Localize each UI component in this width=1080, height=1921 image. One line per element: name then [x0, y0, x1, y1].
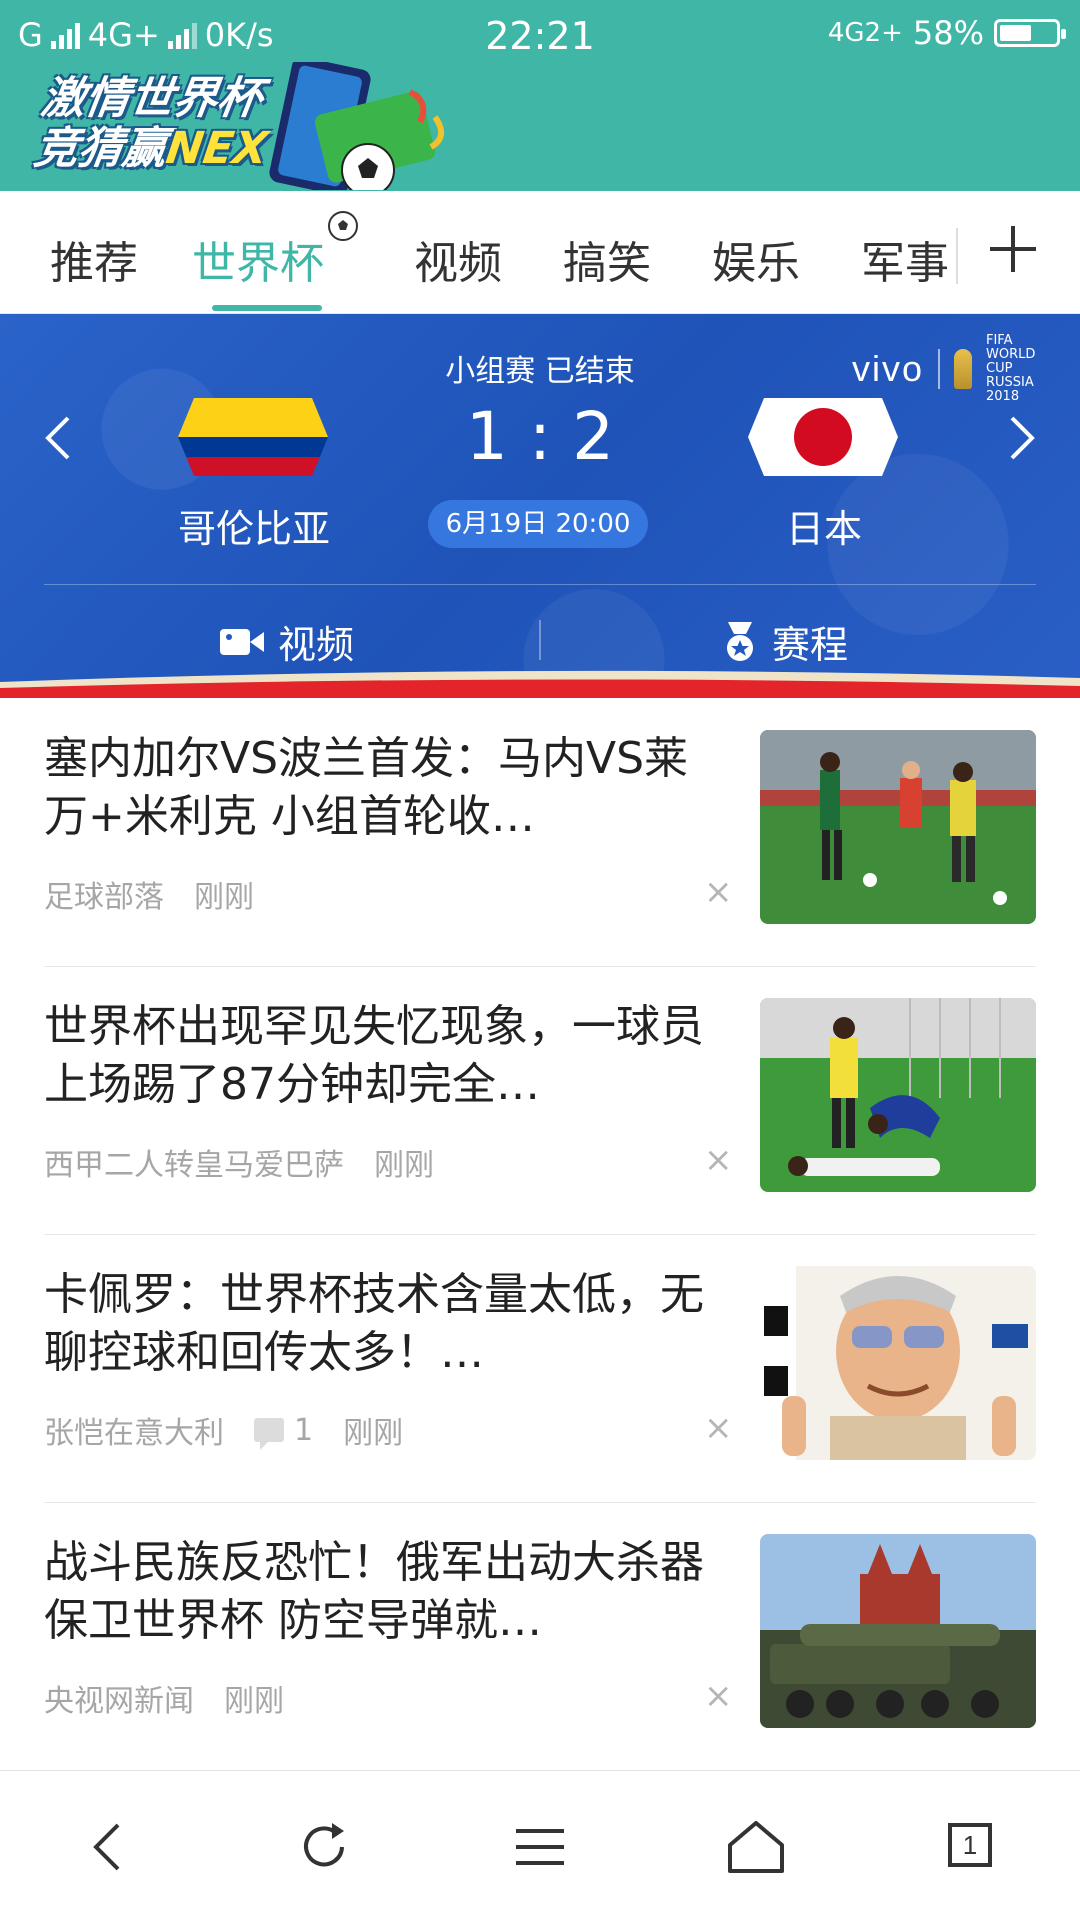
- news-item[interactable]: 世界杯出现罕见失忆现象，一球员上场踢了87分钟却完全… 西甲二人转皇马爱巴萨 刚…: [44, 968, 1036, 1234]
- refresh-icon[interactable]: [292, 1815, 356, 1879]
- match-video-button[interactable]: 视频: [220, 614, 354, 669]
- list-divider: [44, 1502, 1036, 1503]
- dismiss-button[interactable]: ×: [704, 872, 733, 912]
- comment-count-value: 1: [294, 1412, 314, 1448]
- dismiss-button[interactable]: ×: [704, 1408, 733, 1448]
- active-tab-indicator: [212, 305, 322, 311]
- tab-world-cup[interactable]: 世界杯: [192, 227, 324, 291]
- news-source: 西甲二人转皇马爱巴萨: [44, 1148, 344, 1183]
- news-source: 足球部落: [44, 880, 164, 915]
- tabs-button[interactable]: 1: [940, 1815, 1004, 1879]
- news-title[interactable]: 卡佩罗：世界杯技术含量太低，无聊控球和回传太多！…: [44, 1266, 724, 1382]
- news-time: 刚刚: [224, 1684, 284, 1719]
- medal-icon: [727, 621, 753, 661]
- dismiss-button[interactable]: ×: [704, 1676, 733, 1716]
- tab-recommend[interactable]: 推荐: [50, 227, 138, 291]
- menu-icon[interactable]: [508, 1815, 572, 1879]
- status-bar: G 4G+ 0K/s 22:21 4G2+ 58%: [0, 0, 1080, 70]
- news-title[interactable]: 塞内加尔VS波兰首发：马内VS莱万+米利克 小组首轮收…: [44, 730, 724, 846]
- status-right: 4G2+ 58%: [827, 14, 1066, 52]
- header-banner: G 4G+ 0K/s 22:21 4G2+ 58% 激情世界杯 竞猜赢NEX: [0, 0, 1080, 191]
- news-thumbnail[interactable]: [760, 1266, 1036, 1460]
- home-icon[interactable]: [724, 1815, 788, 1879]
- news-item[interactable]: 战斗民族反恐忙！俄军出动大杀器保卫世界杯 防空导弹就… 央视网新闻 刚刚 ×: [44, 1504, 1036, 1770]
- news-time: 刚刚: [194, 880, 254, 915]
- promo-banner[interactable]: 激情世界杯 竞猜赢NEX: [30, 62, 490, 190]
- video-camera-icon: [220, 628, 264, 655]
- promo-title: 激情世界杯 竞猜赢NEX: [30, 73, 278, 174]
- match-card[interactable]: vivo FIFA WORLD CUP RUSSIA 2018 小组赛 已结束 …: [0, 314, 1080, 698]
- soccer-ball-icon: [328, 211, 358, 241]
- tab-funny[interactable]: 搞笑: [563, 227, 651, 291]
- tab-entertainment[interactable]: 娱乐: [712, 227, 800, 291]
- match-video-label: 视频: [278, 623, 355, 667]
- home-team-name: 哥伦比亚: [177, 507, 330, 551]
- news-meta: 张恺在意大利 1 刚刚: [44, 1408, 403, 1452]
- news-thumbnail[interactable]: [760, 998, 1036, 1192]
- tab-military[interactable]: 军事: [861, 227, 949, 291]
- news-source: 央视网新闻: [44, 1684, 194, 1719]
- match-schedule-label: 赛程: [772, 623, 849, 667]
- promo-line2: 竞猜赢NEX: [30, 123, 271, 174]
- match-stage: 小组赛 已结束: [445, 354, 635, 389]
- news-thumbnail[interactable]: [760, 730, 1036, 924]
- news-title[interactable]: 世界杯出现罕见失忆现象，一球员上场踢了87分钟却完全…: [44, 998, 724, 1114]
- match-button-separator: [539, 620, 541, 660]
- news-thumbnail[interactable]: [760, 1534, 1036, 1728]
- tab-divider: [956, 228, 958, 284]
- list-divider: [44, 1234, 1036, 1235]
- promo-line1: 激情世界杯: [38, 73, 266, 124]
- list-divider: [44, 966, 1036, 967]
- add-channel-button[interactable]: [990, 226, 1036, 272]
- bottom-navigation: 1: [0, 1770, 1080, 1921]
- news-title[interactable]: 战斗民族反恐忙！俄军出动大杀器保卫世界杯 防空导弹就…: [44, 1534, 724, 1650]
- match-datetime: 6月19日 20:00: [428, 500, 648, 548]
- comment-icon: [254, 1418, 284, 1450]
- promo-line2-prefix: 竞猜赢: [30, 123, 171, 174]
- tab-count: 1: [948, 1823, 992, 1867]
- news-item[interactable]: 塞内加尔VS波兰首发：马内VS莱万+米利克 小组首轮收… 足球部落 刚刚 ×: [44, 700, 1036, 966]
- match-divider: [44, 584, 1036, 585]
- news-source: 张恺在意大利: [44, 1416, 224, 1451]
- match-score: 1 : 2: [465, 398, 615, 475]
- dismiss-button[interactable]: ×: [704, 1140, 733, 1180]
- match-schedule-button[interactable]: 赛程: [722, 614, 848, 669]
- away-team-name: 日本: [785, 507, 862, 551]
- tab-video[interactable]: 视频: [414, 227, 502, 291]
- news-time: 刚刚: [343, 1416, 404, 1451]
- news-meta: 足球部落 刚刚: [44, 872, 254, 916]
- news-item[interactable]: 卡佩罗：世界杯技术含量太低，无聊控球和回传太多！… 张恺在意大利 1 刚刚 ×: [44, 1236, 1036, 1502]
- battery-percent: 58%: [912, 14, 984, 52]
- decorative-stripe: [0, 670, 1080, 698]
- battery-icon: [994, 19, 1066, 47]
- back-icon[interactable]: [78, 1815, 142, 1879]
- comment-count[interactable]: 1: [254, 1412, 314, 1450]
- news-meta: 央视网新闻 刚刚: [44, 1676, 284, 1720]
- news-meta: 西甲二人转皇马爱巴萨 刚刚: [44, 1140, 434, 1184]
- category-tabs: 推荐 世界杯 视频 搞笑 娱乐 军事: [0, 191, 1080, 314]
- promo-brand: NEX: [162, 123, 271, 174]
- news-time: 刚刚: [374, 1148, 434, 1183]
- network-right-label: 4G2+: [827, 18, 903, 48]
